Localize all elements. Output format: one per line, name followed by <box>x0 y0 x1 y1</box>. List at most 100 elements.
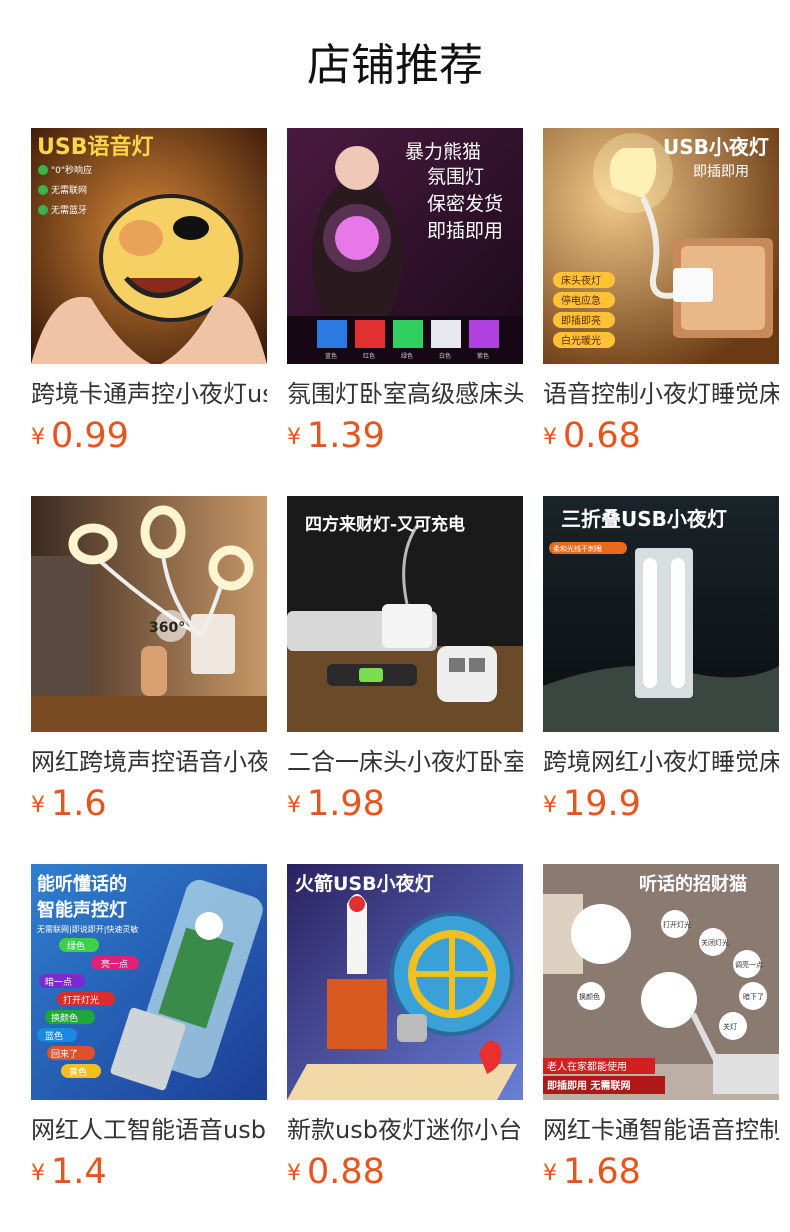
product-price: ¥1.98 <box>287 782 385 826</box>
product-image-art: 听话的招财猫 打开灯光 关闭灯光 调亮一点 暗下了 换颜色 关灯 老人在家都能使… <box>543 864 779 1100</box>
product-image-art: 能听懂话的 智能声控灯 无需联网|即说即开|快速灵敏 绿色 亮一点 暗一点 打开… <box>31 864 267 1100</box>
product-image[interactable]: USB语音灯 "0"秒响应 无需联网 无需蓝牙 <box>31 128 267 364</box>
product-card[interactable]: 火箭USB小夜灯 新款usb夜灯迷你小台灯 ¥0.88 <box>287 864 523 1204</box>
product-image-art: 四方来财灯-又可充电 <box>287 496 523 732</box>
image-headline: USB小夜灯 <box>663 135 769 159</box>
product-price: ¥0.68 <box>543 414 641 458</box>
product-image[interactable]: 四方来财灯-又可充电 <box>287 496 523 732</box>
product-card[interactable]: 360° 网红跨境声控语音小夜灯 ¥1.6 <box>31 496 267 836</box>
voice-command: 黄色 <box>69 1066 87 1078</box>
speech-bubble: 关闭灯光 <box>701 938 729 947</box>
image-footer: 即插即用 无需联网 <box>547 1079 630 1092</box>
product-image[interactable]: USB小夜灯 即插即用 床头夜灯 停电应急 即插即亮 白光暖光 <box>543 128 779 364</box>
currency-symbol: ¥ <box>543 1161 557 1186</box>
product-price: ¥1.39 <box>287 414 385 458</box>
voice-command: 暗一点 <box>45 976 72 988</box>
currency-symbol: ¥ <box>543 425 557 450</box>
currency-symbol: ¥ <box>287 1161 301 1186</box>
product-image-art: USB小夜灯 即插即用 床头夜灯 停电应急 即插即亮 白光暖光 <box>543 128 779 364</box>
price-value: 1.39 <box>307 416 385 456</box>
product-image-art: 暴力熊猫 氛围灯 保密发货 即插即用 蓝色 红色 绿色 白色 紫色 <box>287 128 523 364</box>
image-headline: 三折叠USB小夜灯 <box>561 507 727 531</box>
image-line: 氛围灯 <box>427 166 484 188</box>
product-image-art: 360° <box>31 496 267 732</box>
product-image-art: 火箭USB小夜灯 <box>287 864 523 1100</box>
product-name[interactable]: 二合一床头小夜灯卧室 <box>287 744 523 780</box>
image-feature: 即插即亮 <box>561 314 601 327</box>
currency-symbol: ¥ <box>543 793 557 818</box>
price-value: 0.68 <box>563 416 641 456</box>
product-price: ¥0.88 <box>287 1150 385 1194</box>
product-card[interactable]: USB小夜灯 即插即用 床头夜灯 停电应急 即插即亮 白光暖光 语音控制小夜灯睡… <box>543 128 779 468</box>
page-title: 店铺推荐 <box>307 40 483 91</box>
currency-symbol: ¥ <box>31 1161 45 1186</box>
product-card[interactable]: 听话的招财猫 打开灯光 关闭灯光 调亮一点 暗下了 换颜色 关灯 老人在家都能使… <box>543 864 779 1204</box>
product-image-art: USB语音灯 "0"秒响应 无需联网 无需蓝牙 <box>31 128 267 364</box>
currency-symbol: ¥ <box>287 793 301 818</box>
image-subline: 无需联网|即说即开|快速灵敏 <box>37 924 138 934</box>
speech-bubble: 打开灯光 <box>663 920 691 929</box>
product-image[interactable]: 火箭USB小夜灯 <box>287 864 523 1100</box>
product-price: ¥1.4 <box>31 1150 107 1194</box>
image-feature: 无需蓝牙 <box>51 204 87 216</box>
image-line: 暴力熊猫 <box>405 141 481 163</box>
product-name[interactable]: 网红人工智能语音usb <box>31 1112 267 1148</box>
price-value: 0.99 <box>51 416 129 456</box>
price-value: 0.88 <box>307 1152 385 1192</box>
product-name[interactable]: 网红卡通智能语音控制 <box>543 1112 779 1148</box>
product-name[interactable]: 跨境网红小夜灯睡觉床头 <box>543 744 779 780</box>
image-feature: 无需联网 <box>51 185 87 196</box>
product-price: ¥0.99 <box>31 414 129 458</box>
voice-command: 亮一点 <box>101 958 128 970</box>
rotation-badge: 360° <box>149 620 185 636</box>
voice-command: 蓝色 <box>45 1030 63 1042</box>
speech-bubble: 关灯 <box>723 1022 737 1031</box>
image-headline: 火箭USB小夜灯 <box>295 872 434 895</box>
product-name[interactable]: 新款usb夜灯迷你小台灯 <box>287 1112 523 1148</box>
image-line: 能听懂话的 <box>37 873 127 895</box>
product-image[interactable]: 360° <box>31 496 267 732</box>
product-name[interactable]: 氛围灯卧室高级感床头 <box>287 376 523 412</box>
swatch-label: 蓝色 <box>325 352 337 360</box>
image-subline: 即插即用 <box>693 164 749 180</box>
swatch-label: 红色 <box>363 352 375 360</box>
product-card[interactable]: 暴力熊猫 氛围灯 保密发货 即插即用 蓝色 红色 绿色 白色 紫色 氛围灯卧室高… <box>287 128 523 468</box>
image-line: 智能声控灯 <box>37 899 127 921</box>
product-name[interactable]: 语音控制小夜灯睡觉床头 <box>543 376 779 412</box>
swatch-label: 紫色 <box>477 352 489 360</box>
product-card[interactable]: 三折叠USB小夜灯 柔和光线不刺眼 跨境网红小夜灯睡觉床头 ¥19.9 <box>543 496 779 836</box>
image-feature: 停电应急 <box>561 294 601 307</box>
image-line: 保密发货 <box>427 193 503 215</box>
currency-symbol: ¥ <box>31 793 45 818</box>
product-card[interactable]: 四方来财灯-又可充电 二合一床头小夜灯卧室 ¥1.98 <box>287 496 523 836</box>
product-name[interactable]: 跨境卡通声控小夜灯usb <box>31 376 267 412</box>
image-headline: 四方来财灯-又可充电 <box>305 514 465 535</box>
voice-command: 打开灯光 <box>63 994 99 1006</box>
image-feature: 床头夜灯 <box>561 274 601 287</box>
product-card[interactable]: 能听懂话的 智能声控灯 无需联网|即说即开|快速灵敏 绿色 亮一点 暗一点 打开… <box>31 864 267 1204</box>
image-feature: "0"秒响应 <box>51 164 92 176</box>
voice-command: 回来了 <box>51 1049 78 1060</box>
speech-bubble: 调亮一点 <box>735 960 763 969</box>
product-card[interactable]: USB语音灯 "0"秒响应 无需联网 无需蓝牙 跨境卡通声控小夜灯usb ¥0.… <box>31 128 267 468</box>
product-price: ¥1.6 <box>31 782 107 826</box>
speech-bubble: 暗下了 <box>743 992 764 1001</box>
swatch-label: 白色 <box>439 352 451 360</box>
image-footer: 老人在家都能使用 <box>547 1060 627 1073</box>
voice-command: 换颜色 <box>51 1012 78 1024</box>
currency-symbol: ¥ <box>31 425 45 450</box>
speech-bubble: 换颜色 <box>579 992 600 1001</box>
price-value: 1.6 <box>51 784 107 824</box>
product-image[interactable]: 暴力熊猫 氛围灯 保密发货 即插即用 蓝色 红色 绿色 白色 紫色 <box>287 128 523 364</box>
currency-symbol: ¥ <box>287 425 301 450</box>
product-price: ¥1.68 <box>543 1150 641 1194</box>
product-image-art: 三折叠USB小夜灯 柔和光线不刺眼 <box>543 496 779 732</box>
voice-command: 绿色 <box>67 940 85 952</box>
product-image[interactable]: 听话的招财猫 打开灯光 关闭灯光 调亮一点 暗下了 换颜色 关灯 老人在家都能使… <box>543 864 779 1100</box>
product-name[interactable]: 网红跨境声控语音小夜灯 <box>31 744 267 780</box>
product-image[interactable]: 能听懂话的 智能声控灯 无需联网|即说即开|快速灵敏 绿色 亮一点 暗一点 打开… <box>31 864 267 1100</box>
price-value: 1.98 <box>307 784 385 824</box>
product-image[interactable]: 三折叠USB小夜灯 柔和光线不刺眼 <box>543 496 779 732</box>
price-value: 1.68 <box>563 1152 641 1192</box>
image-line: 即插即用 <box>427 220 503 242</box>
